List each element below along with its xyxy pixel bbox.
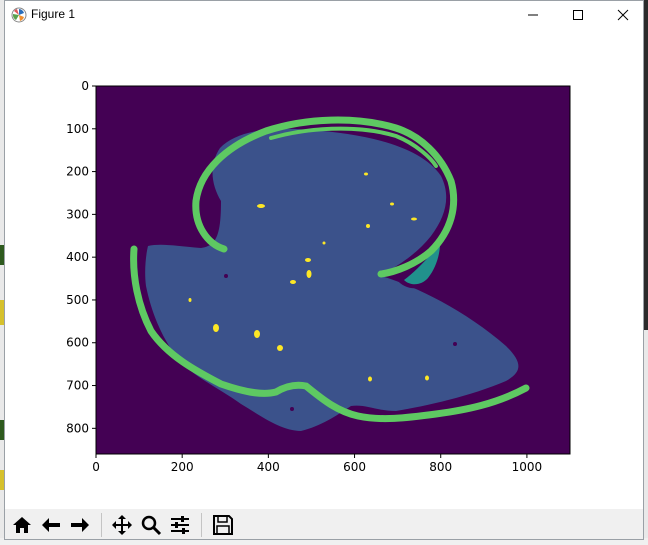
- zoom-button[interactable]: [138, 512, 164, 538]
- save-button[interactable]: [210, 512, 236, 538]
- plot-svg: 0 200 400 600 800 1000 0 100 200 300 400 500 600 700…: [66, 79, 571, 474]
- forward-arrow-icon: [71, 518, 89, 532]
- spot: [306, 270, 312, 278]
- x-tick-label: 200: [171, 460, 194, 474]
- save-icon: [213, 515, 233, 535]
- home-button[interactable]: [9, 512, 35, 538]
- y-tick-label: 800: [66, 421, 89, 435]
- spot: [305, 258, 311, 262]
- close-button[interactable]: [600, 1, 645, 29]
- spot: [322, 241, 326, 245]
- maximize-icon: [572, 10, 583, 20]
- region-speck: [290, 407, 294, 411]
- figure-window: Figure 1 0 200 400 600 800 1000 0 100 20…: [4, 0, 644, 540]
- configure-subplots-icon: [171, 516, 189, 534]
- maximize-button[interactable]: [555, 1, 600, 29]
- x-axis: 0 200 400 600 800 1000: [92, 454, 542, 474]
- spot: [390, 202, 394, 206]
- x-tick-label: 600: [343, 460, 366, 474]
- y-axis: 0 100 200 300 400 500 600 700 800: [66, 79, 96, 435]
- figure-canvas[interactable]: 0 200 400 600 800 1000 0 100 200 300 400 500 600 700…: [5, 29, 643, 509]
- minimize-button[interactable]: [510, 1, 555, 29]
- spot: [364, 172, 368, 176]
- spot: [411, 217, 417, 221]
- matplotlib-icon: [11, 7, 27, 23]
- y-tick-label: 300: [66, 207, 89, 221]
- spot: [254, 330, 260, 338]
- spot: [290, 280, 296, 284]
- region-speck: [224, 274, 228, 278]
- home-icon: [13, 517, 31, 533]
- x-tick-label: 0: [92, 460, 100, 474]
- forward-button[interactable]: [67, 512, 93, 538]
- minimize-icon: [527, 14, 538, 16]
- pan-button[interactable]: [109, 512, 135, 538]
- zoom-icon: [141, 515, 162, 536]
- y-tick-label: 500: [66, 293, 89, 307]
- y-tick-label: 700: [66, 379, 89, 393]
- y-tick-label: 200: [66, 165, 89, 179]
- spot: [366, 224, 370, 228]
- pan-icon: [112, 515, 132, 535]
- spot: [277, 345, 283, 351]
- navigation-toolbar: [5, 509, 643, 539]
- spot: [368, 376, 372, 382]
- title-bar[interactable]: Figure 1: [5, 1, 643, 29]
- x-tick-label: 1000: [512, 460, 543, 474]
- toolbar-separator: [201, 513, 202, 537]
- y-tick-label: 100: [66, 122, 89, 136]
- spot: [213, 324, 219, 332]
- close-icon: [617, 9, 628, 21]
- spot: [257, 204, 265, 208]
- back-arrow-icon: [42, 518, 60, 532]
- y-tick-label: 0: [81, 79, 89, 93]
- toolbar-separator: [101, 513, 102, 537]
- window-title: Figure 1: [31, 7, 76, 21]
- y-tick-label: 600: [66, 336, 89, 350]
- back-button[interactable]: [38, 512, 64, 538]
- x-tick-label: 400: [257, 460, 280, 474]
- x-tick-label: 800: [429, 460, 452, 474]
- spot: [425, 375, 429, 381]
- y-tick-label: 400: [66, 250, 89, 264]
- configure-subplots-button[interactable]: [167, 512, 193, 538]
- region-speck: [453, 342, 457, 346]
- spot: [188, 298, 192, 302]
